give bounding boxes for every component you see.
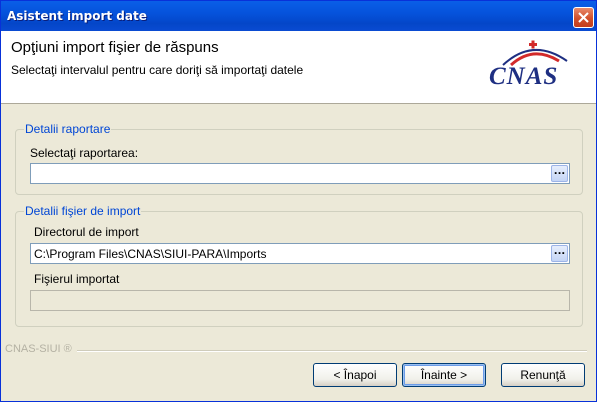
report-details-legend: Detalii raportare [24, 122, 112, 136]
next-button[interactable]: Înainte > [402, 363, 486, 387]
close-button[interactable] [573, 7, 594, 28]
report-browse-button[interactable]: ... [551, 165, 568, 182]
import-dir-browse-label: ... [553, 246, 566, 257]
window-title: Asistent import date [7, 9, 147, 23]
select-report-label: Selectaţi raportarea: [30, 146, 139, 160]
footer-divider [77, 350, 587, 352]
cnas-logo: CNAS [485, 39, 581, 93]
logo-text: CNAS [489, 63, 559, 90]
page-title: Opţiuni import fişier de răspuns [11, 39, 219, 56]
import-dir-label: Directorul de import [34, 225, 139, 239]
import-file-legend: Detalii fişier de import [24, 204, 142, 218]
report-select-field[interactable]: ... [30, 163, 570, 184]
import-dir-field[interactable]: C:\Program Files\CNAS\SIUI-PARA\Imports … [30, 243, 570, 264]
wizard-header: Opţiuni import fişier de răspuns Selecta… [1, 31, 596, 104]
import-dir-browse-button[interactable]: ... [551, 245, 568, 262]
report-details-group: Detalii raportare [15, 122, 583, 195]
imported-file-field [30, 290, 570, 311]
cancel-button[interactable]: Renunţă [501, 363, 585, 387]
footer-brand: CNAS-SIUI ® [5, 343, 72, 355]
back-button[interactable]: < Înapoi [313, 363, 397, 387]
close-icon [578, 12, 589, 23]
import-dir-value: C:\Program Files\CNAS\SIUI-PARA\Imports [34, 247, 267, 261]
title-bar[interactable]: Asistent import date [1, 1, 596, 31]
page-subtitle: Selectaţi intervalul pentru care doriţi … [11, 63, 304, 77]
import-wizard-window: Asistent import date Opţiuni import fişi… [0, 0, 597, 402]
report-browse-label: ... [553, 166, 566, 177]
imported-file-label: Fişierul importat [34, 272, 120, 286]
